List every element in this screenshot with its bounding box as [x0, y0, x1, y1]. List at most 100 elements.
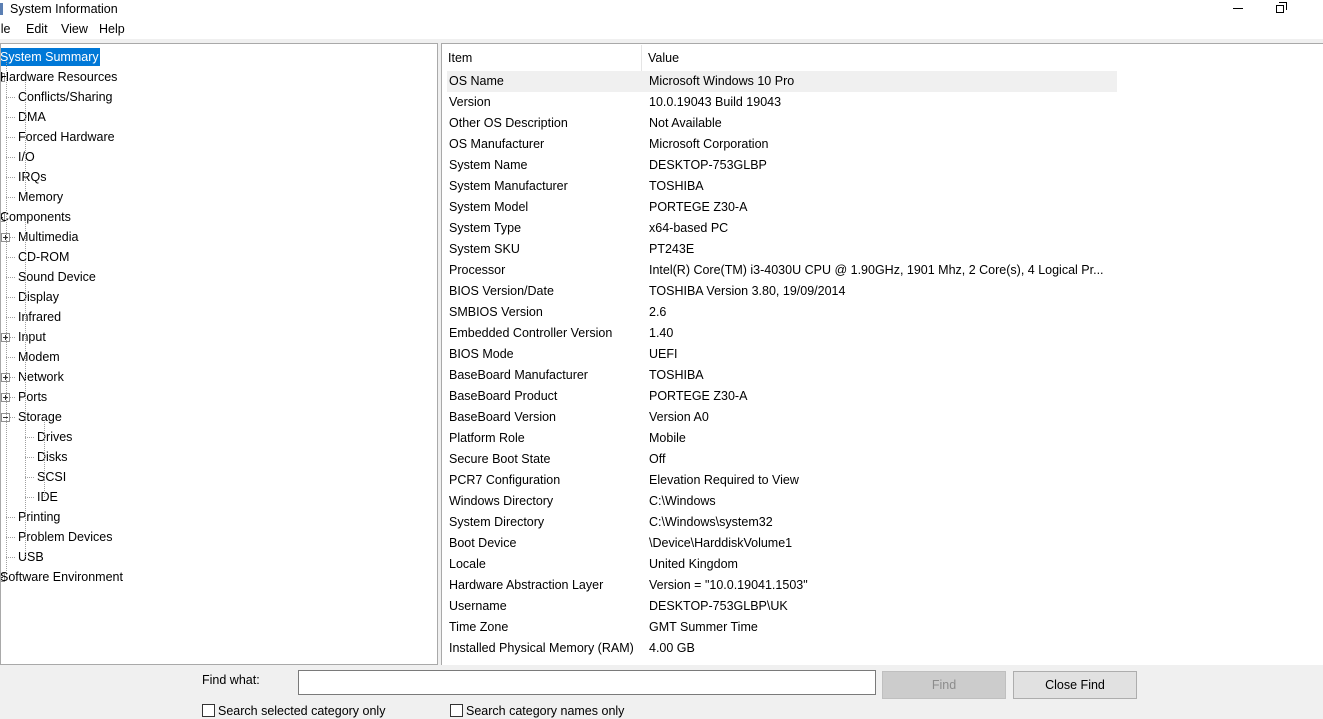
tree-item[interactable]: CD-ROM — [1, 247, 437, 267]
tree-item[interactable]: IRQs — [1, 167, 437, 187]
table-row[interactable]: BIOS Mode UEFI — [447, 344, 1117, 365]
close-find-button[interactable]: Close Find — [1013, 671, 1137, 699]
tree-item-label[interactable]: IRQs — [17, 168, 47, 186]
table-row[interactable]: Locale United Kingdom — [447, 554, 1117, 575]
tree-item-label[interactable]: IDE — [36, 488, 59, 506]
tree-item[interactable]: IDE — [1, 487, 437, 507]
tree-item[interactable]: System Summary — [1, 47, 437, 67]
checkbox-box[interactable] — [202, 704, 215, 717]
tree-item[interactable]: Disks — [1, 447, 437, 467]
tree-item[interactable]: Input — [1, 327, 437, 347]
table-row[interactable]: Secure Boot State Off — [447, 449, 1117, 470]
table-row[interactable]: Windows Directory C:\Windows — [447, 491, 1117, 512]
table-row[interactable]: System Model PORTEGE Z30-A — [447, 197, 1117, 218]
tree-item-label[interactable]: Components — [1, 208, 72, 226]
menu-edit[interactable]: Edit — [26, 22, 48, 36]
tree-item-label[interactable]: SCSI — [36, 468, 67, 486]
tree-item-label[interactable]: Hardware Resources — [1, 68, 118, 86]
table-row[interactable]: System Manufacturer TOSHIBA — [447, 176, 1117, 197]
table-row[interactable]: OS Manufacturer Microsoft Corporation — [447, 134, 1117, 155]
table-row[interactable]: BaseBoard Version Version A0 — [447, 407, 1117, 428]
table-row[interactable]: Other OS Description Not Available — [447, 113, 1117, 134]
menu-view[interactable]: View — [61, 22, 88, 36]
tree-item-label[interactable]: Printing — [17, 508, 61, 526]
tree-item-label[interactable]: Software Environment — [1, 568, 124, 586]
tree-item-label[interactable]: Problem Devices — [17, 528, 113, 546]
tree-connector — [25, 437, 34, 438]
find-button[interactable]: Find — [882, 671, 1006, 699]
find-input[interactable] — [298, 670, 876, 695]
tree-item[interactable]: Storage — [1, 407, 437, 427]
category-tree[interactable]: System Summary Hardware Resources Conflict… — [0, 43, 438, 665]
menu-file[interactable]: ile — [0, 22, 11, 36]
checkbox-box[interactable] — [450, 704, 463, 717]
column-header-item[interactable]: Item — [442, 45, 642, 71]
column-header-value[interactable]: Value — [642, 45, 1323, 71]
tree-item-label[interactable]: Sound Device — [17, 268, 97, 286]
table-row[interactable]: BaseBoard Product PORTEGE Z30-A — [447, 386, 1117, 407]
table-row[interactable]: OS Name Microsoft Windows 10 Pro — [447, 71, 1117, 92]
tree-item-label[interactable]: Multimedia — [17, 228, 79, 246]
tree-item[interactable]: Forced Hardware — [1, 127, 437, 147]
tree-item-label[interactable]: Storage — [17, 408, 63, 426]
tree-item[interactable]: Components — [1, 207, 437, 227]
table-row[interactable]: BaseBoard Manufacturer TOSHIBA — [447, 365, 1117, 386]
table-row[interactable]: System Type x64-based PC — [447, 218, 1117, 239]
table-row[interactable]: Username DESKTOP-753GLBP\UK — [447, 596, 1117, 617]
table-row[interactable]: Time Zone GMT Summer Time — [447, 617, 1117, 638]
tree-item[interactable]: Multimedia — [1, 227, 437, 247]
table-row[interactable]: System Name DESKTOP-753GLBP — [447, 155, 1117, 176]
tree-item[interactable]: Memory — [1, 187, 437, 207]
tree-connector — [6, 517, 15, 518]
tree-item[interactable]: SCSI — [1, 467, 437, 487]
tree-item-label[interactable]: Modem — [17, 348, 61, 366]
tree-item-label[interactable]: I/O — [17, 148, 36, 166]
app-icon — [0, 3, 3, 15]
table-row[interactable]: System Directory C:\Windows\system32 — [447, 512, 1117, 533]
tree-item-label[interactable]: Conflicts/Sharing — [17, 88, 114, 106]
table-row[interactable]: SMBIOS Version 2.6 — [447, 302, 1117, 323]
tree-item-label[interactable]: Ports — [17, 388, 48, 406]
table-row[interactable]: Platform Role Mobile — [447, 428, 1117, 449]
tree-item[interactable]: I/O — [1, 147, 437, 167]
menu-help[interactable]: Help — [99, 22, 125, 36]
tree-item-label[interactable]: DMA — [17, 108, 47, 126]
tree-item[interactable]: Display — [1, 287, 437, 307]
table-row[interactable]: System SKU PT243E — [447, 239, 1117, 260]
tree-item[interactable]: Ports — [1, 387, 437, 407]
tree-item-label[interactable]: Input — [17, 328, 47, 346]
table-row[interactable]: Hardware Abstraction Layer Version = "10.… — [447, 575, 1117, 596]
tree-item-label[interactable]: Drives — [36, 428, 73, 446]
tree-item[interactable]: Sound Device — [1, 267, 437, 287]
tree-item[interactable]: Hardware Resources — [1, 67, 437, 87]
table-row[interactable]: BIOS Version/Date TOSHIBA Version 3.80, 1… — [447, 281, 1117, 302]
tree-item-label[interactable]: Display — [17, 288, 60, 306]
tree-item[interactable]: Drives — [1, 427, 437, 447]
find-label: Find what: — [202, 673, 260, 687]
tree-item[interactable]: Conflicts/Sharing — [1, 87, 437, 107]
tree-item-label[interactable]: Infrared — [17, 308, 62, 326]
restore-icon[interactable] — [1276, 2, 1288, 14]
tree-item-label[interactable]: USB — [17, 548, 45, 566]
table-row[interactable]: Installed Physical Memory (RAM) 4.00 GB — [447, 638, 1117, 659]
tree-item-label[interactable]: System Summary — [1, 48, 100, 66]
tree-item[interactable]: USB — [1, 547, 437, 567]
minimize-icon[interactable] — [1233, 0, 1245, 16]
tree-item-label[interactable]: Forced Hardware — [17, 128, 116, 146]
table-row[interactable]: Boot Device \Device\HarddiskVolume1 — [447, 533, 1117, 554]
tree-item[interactable]: Software Environment — [1, 567, 437, 587]
tree-item[interactable]: Network — [1, 367, 437, 387]
table-row[interactable]: Processor Intel(R) Core(TM) i3-4030U CPU … — [447, 260, 1117, 281]
detail-list[interactable]: Item Value OS Name Microsoft Windows 10 P… — [441, 43, 1323, 665]
table-row[interactable]: Embedded Controller Version 1.40 — [447, 323, 1117, 344]
tree-item-label[interactable]: Disks — [36, 448, 69, 466]
tree-item[interactable]: DMA — [1, 107, 437, 127]
tree-item[interactable]: Modem — [1, 347, 437, 367]
cell-value: Microsoft Windows 10 Pro — [649, 74, 795, 88]
tree-item[interactable]: Problem Devices — [1, 527, 437, 547]
table-row[interactable]: PCR7 Configuration Elevation Required to … — [447, 470, 1117, 491]
tree-item[interactable]: Infrared — [1, 307, 437, 327]
tree-guide-line — [25, 82, 26, 197]
table-row[interactable]: Version 10.0.19043 Build 19043 — [447, 92, 1117, 113]
tree-item[interactable]: Printing — [1, 507, 437, 527]
